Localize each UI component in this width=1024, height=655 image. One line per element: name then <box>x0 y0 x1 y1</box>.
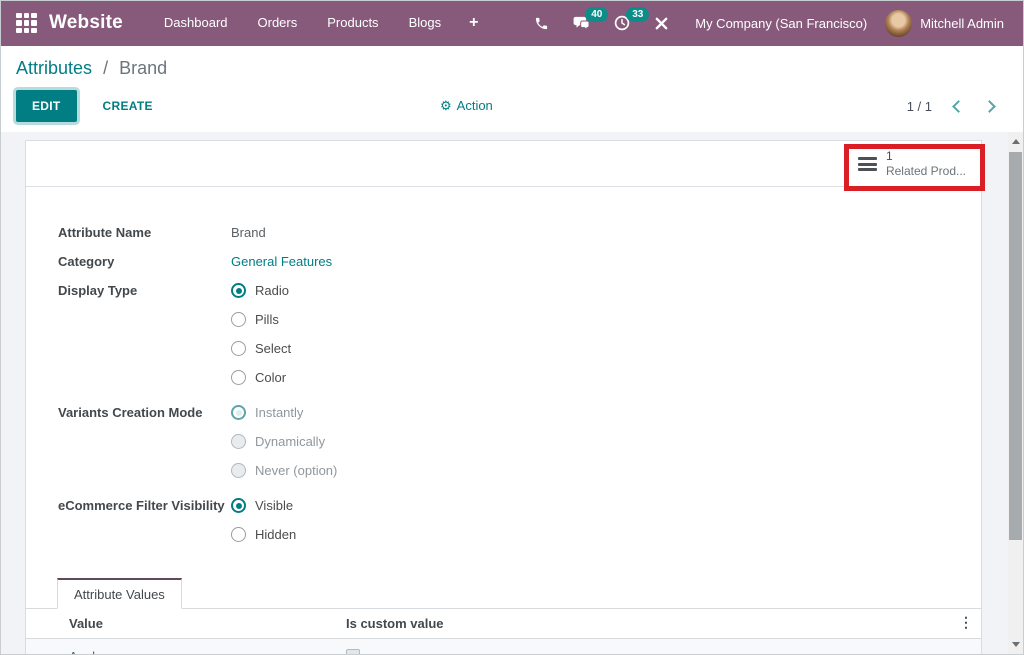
content-area: 1 Related Prod... Attribute Name Brand C… <box>0 132 1024 655</box>
gear-icon: ⚙ <box>440 99 452 112</box>
scroll-up-icon[interactable] <box>1008 134 1023 149</box>
radio-icon <box>231 370 246 385</box>
navbar-systray: 40 33 My Company (San Francisco) Mitchel… <box>522 0 1014 46</box>
radio-option-color[interactable]: Color <box>231 363 291 392</box>
display-type-label: Display Type <box>58 276 231 392</box>
radio-option-hidden[interactable]: Hidden <box>231 520 296 549</box>
radio-icon <box>231 283 246 298</box>
action-menu[interactable]: ⚙ Action <box>440 98 493 113</box>
column-header-is-custom-value: Is custom value <box>346 616 444 631</box>
action-menu-label: Action <box>457 98 493 113</box>
user-menu[interactable]: Mitchell Admin <box>920 16 1004 31</box>
field-display-type: Display Type Radio Pills Select <box>58 276 981 392</box>
radio-icon <box>231 527 246 542</box>
phone-icon[interactable] <box>522 0 561 46</box>
category-value-link[interactable]: General Features <box>231 247 332 276</box>
radio-icon <box>231 463 246 478</box>
breadcrumb-attributes-link[interactable]: Attributes <box>16 58 92 78</box>
optional-columns-icon[interactable]: ⋮ <box>959 615 973 629</box>
user-avatar[interactable] <box>885 10 912 37</box>
nav-item-products[interactable]: Products <box>312 0 393 46</box>
attribute-form: Attribute Name Brand Category General Fe… <box>26 187 981 549</box>
variants-creation-mode-label: Variants Creation Mode <box>58 398 231 485</box>
breadcrumb: Attributes / Brand <box>16 58 1008 79</box>
company-switcher[interactable]: My Company (San Francisco) <box>695 16 867 31</box>
related-products-count: 1 <box>886 149 966 164</box>
radio-option-never: Never (option) <box>231 456 337 485</box>
breadcrumb-separator: / <box>103 58 108 78</box>
radio-option-radio[interactable]: Radio <box>231 276 291 305</box>
pager-previous-icon[interactable] <box>952 100 965 113</box>
table-row[interactable]: Apple <box>26 639 981 655</box>
messages-icon[interactable]: 40 <box>561 0 602 46</box>
new-content-button[interactable]: + <box>456 14 491 32</box>
scrollbar-thumb[interactable] <box>1009 152 1022 540</box>
radio-icon <box>231 312 246 327</box>
list-bars-icon <box>858 157 877 171</box>
attribute-name-value: Brand <box>231 218 266 247</box>
field-attribute-name: Attribute Name Brand <box>58 218 981 247</box>
radio-option-dynamically: Dynamically <box>231 427 337 456</box>
nav-item-dashboard[interactable]: Dashboard <box>149 0 243 46</box>
field-category: Category General Features <box>58 247 981 276</box>
pager-next-icon[interactable] <box>983 100 996 113</box>
radio-option-visible[interactable]: Visible <box>231 491 296 520</box>
tab-attribute-values[interactable]: Attribute Values <box>57 578 182 609</box>
radio-option-pills[interactable]: Pills <box>231 305 291 334</box>
create-button[interactable]: CREATE <box>97 91 159 121</box>
radio-option-select[interactable]: Select <box>231 334 291 363</box>
pager: 1 / 1 <box>907 99 1008 114</box>
nav-item-blogs[interactable]: Blogs <box>394 0 457 46</box>
top-navbar: Website Dashboard Orders Products Blogs … <box>0 0 1024 46</box>
radio-icon <box>231 498 246 513</box>
category-label: Category <box>58 247 231 276</box>
radio-icon <box>231 434 246 449</box>
control-panel: Attributes / Brand EDIT CREATE ⚙ Action … <box>0 46 1024 132</box>
field-ecommerce-filter-visibility: eCommerce Filter Visibility Visible Hidd… <box>58 491 981 549</box>
attribute-name-label: Attribute Name <box>58 218 231 247</box>
button-box: 1 Related Prod... <box>26 141 981 187</box>
radio-icon <box>231 405 246 420</box>
row-value-cell: Apple <box>69 649 346 655</box>
radio-icon <box>231 341 246 356</box>
field-variants-creation-mode: Variants Creation Mode Instantly Dynamic… <box>58 398 981 485</box>
breadcrumb-current: Brand <box>119 58 167 78</box>
values-table-header: Value Is custom value ⋮ <box>26 609 981 639</box>
form-sheet: 1 Related Prod... Attribute Name Brand C… <box>25 140 982 655</box>
pager-value: 1 / 1 <box>907 99 932 114</box>
vertical-scrollbar[interactable] <box>1008 132 1023 654</box>
edit-button[interactable]: EDIT <box>16 90 77 122</box>
activities-clock-icon[interactable]: 33 <box>602 0 642 46</box>
app-name[interactable]: Website <box>49 12 123 34</box>
scroll-down-icon[interactable] <box>1008 637 1023 652</box>
related-products-stat-button[interactable]: 1 Related Prod... <box>852 145 972 183</box>
is-custom-value-checkbox <box>346 649 360 655</box>
notebook: Attribute Values Value Is custom value ⋮… <box>26 578 981 655</box>
tools-icon[interactable] <box>642 0 681 46</box>
nav-item-orders[interactable]: Orders <box>243 0 313 46</box>
ecommerce-filter-visibility-label: eCommerce Filter Visibility <box>58 491 231 549</box>
related-products-label: Related Prod... <box>886 164 966 179</box>
tab-strip: Attribute Values <box>26 578 981 609</box>
column-header-value: Value <box>69 616 346 631</box>
apps-grid-icon[interactable] <box>16 13 37 34</box>
radio-option-instantly: Instantly <box>231 398 337 427</box>
